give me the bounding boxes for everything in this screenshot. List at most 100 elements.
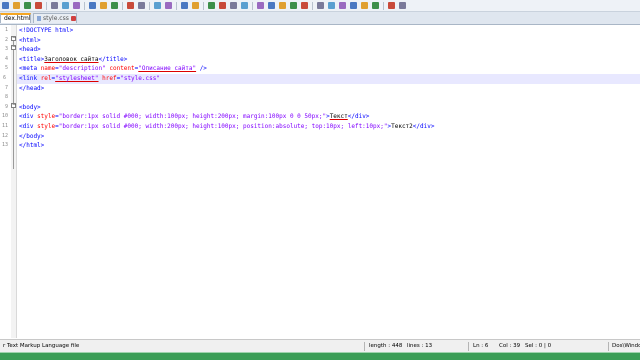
print-icon[interactable] — [73, 2, 80, 9]
replace-icon[interactable] — [165, 2, 172, 9]
code-token: "style.css" — [120, 74, 160, 82]
code-token: name — [40, 65, 56, 73]
code-token: <link — [19, 74, 41, 82]
run-macro-multiple-icon[interactable] — [361, 2, 368, 9]
save-macro-icon[interactable] — [372, 2, 379, 9]
all-chars-icon[interactable] — [241, 2, 248, 9]
stop-macro-icon[interactable] — [339, 2, 346, 9]
code-token: content — [109, 65, 135, 73]
cut-icon[interactable] — [89, 2, 96, 9]
tab-label: dex.html — [4, 15, 31, 22]
function-list-icon[interactable] — [290, 2, 297, 9]
tab-label: style.css — [43, 15, 69, 22]
close-tab-icon[interactable] — [70, 16, 76, 21]
code-token: "border:1px solid #000; width:200px; hei… — [58, 122, 388, 130]
code-line[interactable]: 2 <html> — [5, 36, 640, 46]
code-token: <meta — [19, 65, 41, 73]
toolbar-separator — [149, 1, 150, 10]
code-line[interactable]: 4 <title>Заголовок сайта</title> — [5, 55, 640, 65]
close-icon[interactable] — [51, 2, 58, 9]
code-token: style — [37, 122, 56, 130]
status-divider — [364, 342, 365, 351]
doc-map-icon[interactable] — [279, 2, 286, 9]
line-number: 7 — [4, 84, 8, 91]
code-line[interactable]: 13 </html> — [2, 141, 640, 151]
code-token: <!DOCTYPE html> — [19, 27, 74, 34]
line-number: 8 — [4, 94, 8, 101]
save-all-icon[interactable] — [35, 2, 42, 9]
new-file-icon[interactable] — [2, 2, 9, 9]
code-token: <head> — [19, 46, 41, 54]
code-editor[interactable]: − − − 1 <!DOCTYPE html> 2 <html> 3 <head> 4 <ti… — [0, 25, 640, 338]
code-token: </html> — [19, 142, 45, 150]
code-token: Заголовок сайта — [44, 55, 99, 63]
tab-style-css[interactable]: style.css — [33, 13, 77, 23]
status-bar: r Text Markup Language file length : 448… — [0, 339, 640, 353]
code-line[interactable]: 10 <div style="border:1px solid #000; wid… — [2, 112, 640, 122]
tab-index-html[interactable]: dex.html — [0, 13, 31, 23]
toolbar-separator — [252, 1, 253, 10]
fold-toggle-icon[interactable]: − — [11, 45, 16, 50]
code-token: Текст2 — [391, 122, 413, 130]
undo-icon[interactable] — [127, 2, 134, 9]
code-token: href — [102, 74, 117, 82]
code-token: </div> — [347, 113, 370, 121]
line-number: 9 — [4, 103, 8, 110]
file-icon — [37, 16, 41, 21]
code-line[interactable]: 6 <link rel="stylesheet" href="style.css" — [3, 73, 640, 84]
udl-icon[interactable] — [268, 2, 275, 9]
code-token: <div — [19, 122, 38, 130]
code-token: <title> — [19, 55, 45, 63]
code-token: /> — [196, 65, 207, 73]
redo-icon[interactable] — [138, 2, 145, 9]
copy-icon[interactable] — [100, 2, 107, 9]
sync-v-icon[interactable] — [208, 2, 215, 9]
code-line[interactable]: 3 <head> — [5, 45, 640, 55]
code-token: style — [37, 113, 56, 121]
line-number: 12 — [1, 132, 8, 139]
line-number: 6 — [2, 74, 6, 81]
find-icon[interactable] — [154, 2, 161, 9]
zoom-out-icon[interactable] — [192, 2, 199, 9]
toolbar-separator — [312, 1, 313, 10]
paste-icon[interactable] — [111, 2, 118, 9]
toolbar-separator — [203, 1, 204, 10]
save-icon[interactable] — [24, 2, 31, 9]
code-token: </head> — [19, 84, 45, 92]
line-number: 5 — [4, 65, 8, 72]
line-number: 2 — [4, 36, 8, 43]
code-line[interactable]: 9 <body> — [5, 103, 640, 113]
folder-workspace-icon[interactable] — [301, 2, 308, 9]
code-token: <body> — [19, 103, 41, 111]
close-all-icon[interactable] — [62, 2, 69, 9]
fold-toggle-icon[interactable]: − — [11, 103, 16, 108]
record-macro-icon[interactable] — [328, 2, 335, 9]
code-token: </title> — [98, 55, 128, 63]
code-token: "description" — [58, 65, 106, 73]
code-line[interactable]: 11 <div style="border:1px solid #000; wid… — [2, 122, 640, 132]
code-line[interactable]: 5 <meta name="description" content="Описа… — [5, 64, 640, 74]
open-file-icon[interactable] — [13, 2, 20, 9]
word-wrap-icon[interactable] — [230, 2, 237, 9]
code-line[interactable]: 8 — [5, 93, 640, 103]
toolbar — [0, 0, 640, 12]
code-line[interactable]: 12 </body> — [2, 132, 640, 142]
status-divider — [468, 342, 469, 351]
code-line[interactable]: 7 </head> — [5, 84, 640, 94]
line-number: 11 — [1, 122, 8, 129]
play-macro-icon[interactable] — [350, 2, 357, 9]
code-token: "border:1px solid #000; width:100px; hei… — [58, 113, 327, 121]
toolbar-separator — [176, 1, 177, 10]
monitor-icon[interactable] — [317, 2, 324, 9]
zoom-in-icon[interactable] — [181, 2, 188, 9]
code-token: <div — [19, 113, 38, 121]
code-token: </div> — [412, 122, 435, 130]
code-line[interactable]: 1 <!DOCTYPE html> — [5, 26, 640, 36]
code-lines[interactable]: 1 <!DOCTYPE html> 2 <html> 3 <head> 4 <title>За… — [2, 26, 640, 151]
sync-h-icon[interactable] — [219, 2, 226, 9]
indent-guide-icon[interactable] — [257, 2, 264, 9]
abc-icon[interactable] — [399, 2, 406, 9]
code-token: rel — [40, 74, 52, 82]
line-number: 3 — [4, 46, 8, 53]
spell-check-icon[interactable] — [388, 2, 395, 9]
